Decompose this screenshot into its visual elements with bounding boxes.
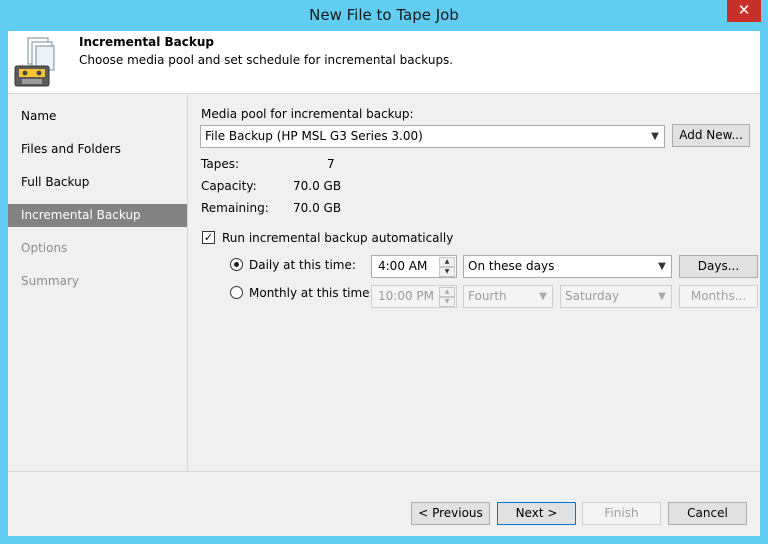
cancel-button[interactable]: Cancel	[668, 502, 747, 525]
media-pool-label: Media pool for incremental backup:	[201, 107, 414, 121]
daily-days-select[interactable]: On these days ▼	[463, 255, 672, 278]
wizard-client: Incremental Backup Choose media pool and…	[8, 31, 760, 536]
chevron-down-icon: ▼	[539, 291, 547, 302]
remaining-value: 70.0 GB	[293, 201, 342, 215]
next-button[interactable]: Next >	[497, 502, 576, 525]
tape-files-icon	[14, 37, 55, 87]
step-incremental-backup[interactable]: Incremental Backup	[8, 204, 187, 227]
monthly-weekday-select: Saturday ▼	[560, 285, 672, 308]
run-auto-label[interactable]: Run incremental backup automatically	[222, 231, 453, 245]
monthly-week-select: Fourth ▼	[463, 285, 553, 308]
step-options: Options	[21, 241, 68, 255]
monthly-radio[interactable]	[230, 286, 243, 299]
spin-up-icon: ▲	[439, 287, 455, 297]
previous-button[interactable]: < Previous	[411, 502, 490, 525]
tapes-value: 7	[327, 157, 335, 171]
title-bar: New File to Tape Job ✕	[0, 0, 768, 31]
media-pool-select[interactable]: File Backup (HP MSL G3 Series 3.00) ▼	[200, 125, 665, 148]
chevron-down-icon: ▼	[658, 291, 666, 302]
chevron-down-icon: ▼	[651, 131, 659, 142]
close-button[interactable]: ✕	[727, 0, 761, 22]
monthly-weekday-value: Saturday	[565, 289, 620, 303]
spin-down-icon: ▼	[439, 297, 455, 307]
window-title: New File to Tape Job	[309, 6, 459, 24]
finish-button: Finish	[582, 502, 661, 525]
capacity-value: 70.0 GB	[293, 179, 342, 193]
months-button: Months...	[679, 285, 758, 308]
monthly-label[interactable]: Monthly at this time:	[249, 286, 374, 300]
step-summary: Summary	[21, 274, 79, 288]
daily-radio[interactable]	[230, 258, 243, 271]
wizard-window: New File to Tape Job ✕ Incremental Backu…	[0, 0, 768, 544]
daily-time-input[interactable]: 4:00 AM ▲ ▼	[371, 255, 457, 278]
wizard-steps: Name Files and Folders Full Backup Incre…	[8, 95, 188, 471]
daily-days-value: On these days	[468, 259, 555, 273]
daily-label[interactable]: Daily at this time:	[249, 258, 356, 272]
daily-time-value: 4:00 AM	[378, 259, 428, 273]
days-button[interactable]: Days...	[679, 255, 758, 278]
run-auto-checkbox[interactable]: ✓	[202, 231, 215, 244]
step-content: Media pool for incremental backup: File …	[189, 95, 760, 471]
media-pool-value: File Backup (HP MSL G3 Series 3.00)	[205, 129, 423, 143]
close-icon: ✕	[737, 1, 751, 19]
remaining-label: Remaining:	[201, 201, 269, 215]
spin-up-icon[interactable]: ▲	[439, 257, 455, 267]
tapes-label: Tapes:	[201, 157, 239, 171]
step-files-and-folders[interactable]: Files and Folders	[8, 138, 187, 161]
radio-selected-dot	[234, 262, 239, 267]
step-subtitle: Choose media pool and set schedule for i…	[79, 53, 454, 67]
capacity-label: Capacity:	[201, 179, 257, 193]
step-name[interactable]: Name	[8, 105, 187, 128]
chevron-down-icon: ▼	[658, 261, 666, 272]
step-full-backup[interactable]: Full Backup	[8, 171, 187, 194]
monthly-week-value: Fourth	[468, 289, 507, 303]
monthly-time-input: 10:00 PM ▲ ▼	[371, 285, 457, 308]
wizard-footer: < Previous Next > Finish Cancel	[8, 471, 760, 536]
checkmark-icon: ✓	[203, 231, 214, 244]
monthly-time-value: 10:00 PM	[378, 289, 434, 303]
step-header: Incremental Backup Choose media pool and…	[8, 31, 760, 94]
spin-down-icon[interactable]: ▼	[439, 267, 455, 277]
step-title: Incremental Backup	[79, 35, 214, 49]
add-new-pool-button[interactable]: Add New...	[672, 124, 750, 147]
